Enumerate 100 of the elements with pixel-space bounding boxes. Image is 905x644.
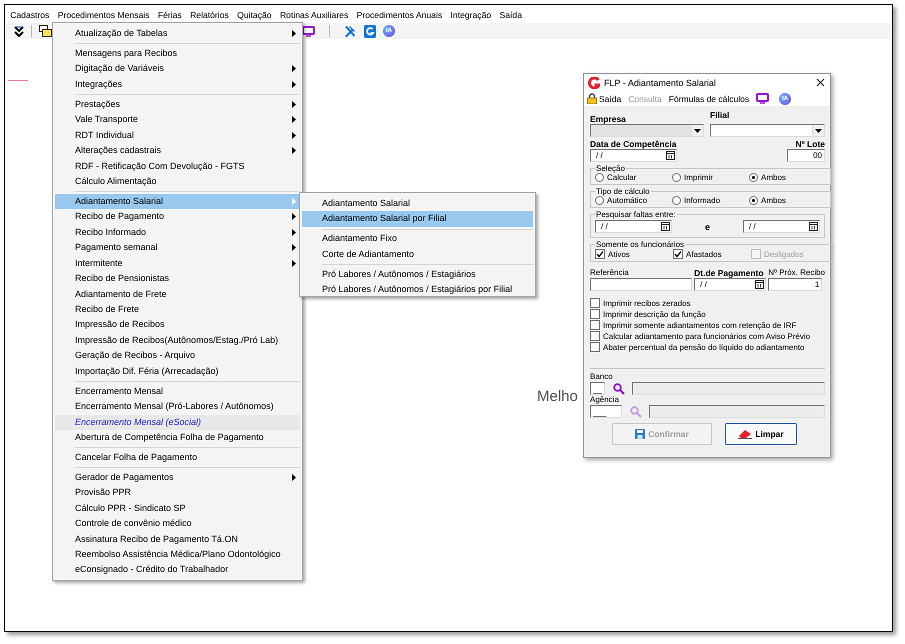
radio-button[interactable] — [749, 173, 758, 182]
menu-item[interactable]: Pró Labores / Autônomos / Estagiários por Filial — [302, 282, 533, 298]
text-field[interactable]: 00 — [787, 149, 825, 162]
radio-label: Informado — [684, 196, 720, 205]
menu-item[interactable]: eConsignado - Crédito do Trabalhador — [55, 562, 300, 578]
menu-item[interactable]: Alterações cadastrais — [55, 143, 300, 158]
radio-label: Calcular — [607, 173, 636, 182]
radio-label: Imprimir — [684, 173, 713, 182]
date-field[interactable]: / / — [742, 220, 820, 233]
checkbox[interactable] — [590, 331, 600, 341]
menu-bar-item[interactable]: Quitação — [232, 8, 276, 23]
menu-item[interactable]: Recibo de Pagamento — [55, 209, 300, 225]
eraser-icon — [738, 429, 752, 439]
menu-item[interactable]: Mensagens para Recibos — [55, 46, 300, 62]
menu-item[interactable]: RDT Individual — [55, 128, 300, 144]
submenu-arrow-icon — [292, 228, 296, 236]
menu-item[interactable]: Pró Labores / Autônomos / Estagiários — [302, 266, 533, 282]
checkbox[interactable] — [673, 249, 683, 259]
menu-item[interactable]: Recibo de Frete — [55, 302, 300, 318]
menu-item[interactable]: Encerramento Mensal — [55, 384, 300, 400]
radio-button[interactable] — [595, 173, 604, 182]
menu-item[interactable]: Geração de Recibos - Arquivo — [55, 348, 300, 364]
menu-item[interactable]: Recibo Informado — [55, 224, 300, 240]
dropdown-field[interactable] — [710, 124, 825, 137]
calendar-icon — [666, 151, 675, 160]
menu-item[interactable]: Assinatura Recibo de Pagamento Tá.ON — [55, 532, 300, 547]
radio-button[interactable] — [672, 196, 681, 205]
action-button[interactable]: Limpar — [725, 423, 797, 445]
menu-item[interactable]: Gerador de Pagamentos — [55, 470, 300, 486]
menu-item[interactable]: Impressão de Recibos — [55, 317, 300, 333]
field-label: Nº Próx. Recibo — [768, 268, 825, 278]
checkbox[interactable] — [590, 298, 600, 308]
menu-bar-item[interactable]: Rotinas Auxiliares — [276, 8, 352, 23]
submenu-arrow-icon — [292, 244, 296, 252]
submenu-arrow-icon — [292, 132, 296, 139]
group-label: Somente os funcionários — [595, 240, 686, 249]
menu-item[interactable]: Cancelar Folha de Pagamento — [55, 450, 300, 466]
menu-item[interactable]: Reembolso Assistência Médica/Plano Odontológico — [55, 547, 300, 562]
exit-button[interactable]: Saída — [587, 93, 622, 104]
submenu-arrow-icon — [292, 213, 296, 220]
checkbox[interactable] — [590, 342, 600, 352]
field-label: Filial — [710, 110, 730, 120]
menu-bar-item[interactable]: Integração — [446, 8, 496, 23]
checkbox-label: Afastados — [686, 250, 722, 258]
menu-item[interactable]: Adiantamento de Frete — [55, 286, 300, 302]
toolbar-button[interactable]: Fórmulas de cálculos — [668, 94, 750, 104]
calendar-icon — [808, 222, 818, 231]
menu-item[interactable]: Prestações — [55, 96, 300, 112]
menu-bar-item[interactable]: Procedimentos Anuais — [352, 8, 446, 23]
caret-icon — [694, 128, 701, 132]
text-field[interactable] — [649, 405, 825, 418]
menu-item[interactable]: Atualização de Tabelas — [55, 26, 300, 42]
menu-item[interactable]: Recibo de Pensionistas — [55, 271, 300, 286]
menu-item[interactable]: Pagamento semanal — [55, 240, 300, 256]
text-field[interactable]: ___ — [590, 405, 622, 418]
app-logo-icon — [588, 76, 600, 88]
menu-item[interactable]: Cálculo Alimentação — [55, 174, 300, 190]
menu-item[interactable]: Encerramento Mensal (eSocial) — [55, 414, 300, 430]
menu-bar-item[interactable]: Cadastros — [6, 8, 54, 23]
submenu-arrow-icon — [292, 116, 296, 124]
date-field[interactable]: / / — [590, 149, 677, 162]
menu-item[interactable]: Corte de Adiantamento — [302, 246, 533, 262]
text-field[interactable]: __ — [590, 382, 605, 395]
menu-item[interactable]: Encerramento Mensal (Pró-Labores / Autônomos) — [55, 399, 300, 414]
menu-bar-item[interactable]: Procedimentos Mensais — [54, 8, 154, 23]
text-field[interactable] — [632, 382, 825, 395]
radio-button[interactable] — [595, 196, 604, 205]
menu-item[interactable]: Adiantamento Salarial por Filial — [302, 211, 533, 227]
menu-item[interactable]: Importação Dif. Féria (Arrecadação) — [55, 364, 300, 380]
menu-item[interactable]: Integrações — [55, 76, 300, 92]
date-field[interactable]: / / — [694, 278, 766, 291]
menu-item[interactable]: Intermitente — [55, 256, 300, 272]
menu-bar-item[interactable]: Saída — [495, 8, 526, 23]
menu-item[interactable]: RDF - Retificação Com Devolução - FGTS — [55, 158, 300, 174]
menu-item[interactable]: Impressão de Recibos(Autônomos/Estag./Pró Lab) — [55, 332, 300, 348]
checkbox[interactable] — [590, 309, 600, 319]
radio-button[interactable] — [749, 196, 758, 205]
radio-button[interactable] — [672, 173, 681, 182]
menu-item[interactable]: Adiantamento Fixo — [302, 231, 533, 247]
menu-item[interactable]: Provisão PPR — [55, 485, 300, 501]
menu-item[interactable]: Cálculo PPR - Sindicato SP — [55, 500, 300, 516]
menu-item[interactable]: Controle de convênio médico — [55, 516, 300, 532]
menu-item[interactable]: Adiantamento Salarial — [55, 194, 300, 210]
checkbox[interactable] — [595, 249, 605, 259]
menu-item[interactable]: Digitação de Variáveis — [55, 61, 300, 77]
date-field[interactable]: / / — [595, 220, 672, 233]
search-icon[interactable] — [613, 382, 625, 394]
menu-item[interactable]: Abertura de Competência Folha de Pagamento — [55, 430, 300, 446]
menu-bar-item[interactable]: Férias — [154, 8, 186, 23]
menu-item[interactable]: Vale Transporte — [55, 112, 300, 128]
checkbox-label: Imprimir somente adiantamentos com retenção de IRF — [603, 320, 796, 330]
text-field[interactable] — [590, 278, 692, 291]
group-label: Seleção — [595, 164, 626, 173]
text-field[interactable]: 1 — [768, 278, 822, 291]
tools-icon — [343, 24, 356, 38]
checkbox[interactable] — [590, 320, 600, 330]
checkbox-label: Imprimir recibos zerados — [603, 298, 691, 308]
menu-item[interactable]: Adiantamento Salarial — [302, 196, 533, 212]
checkbox-label: Imprimir descrição da função — [603, 310, 706, 318]
menu-bar-item[interactable]: Relatórios — [186, 8, 233, 23]
